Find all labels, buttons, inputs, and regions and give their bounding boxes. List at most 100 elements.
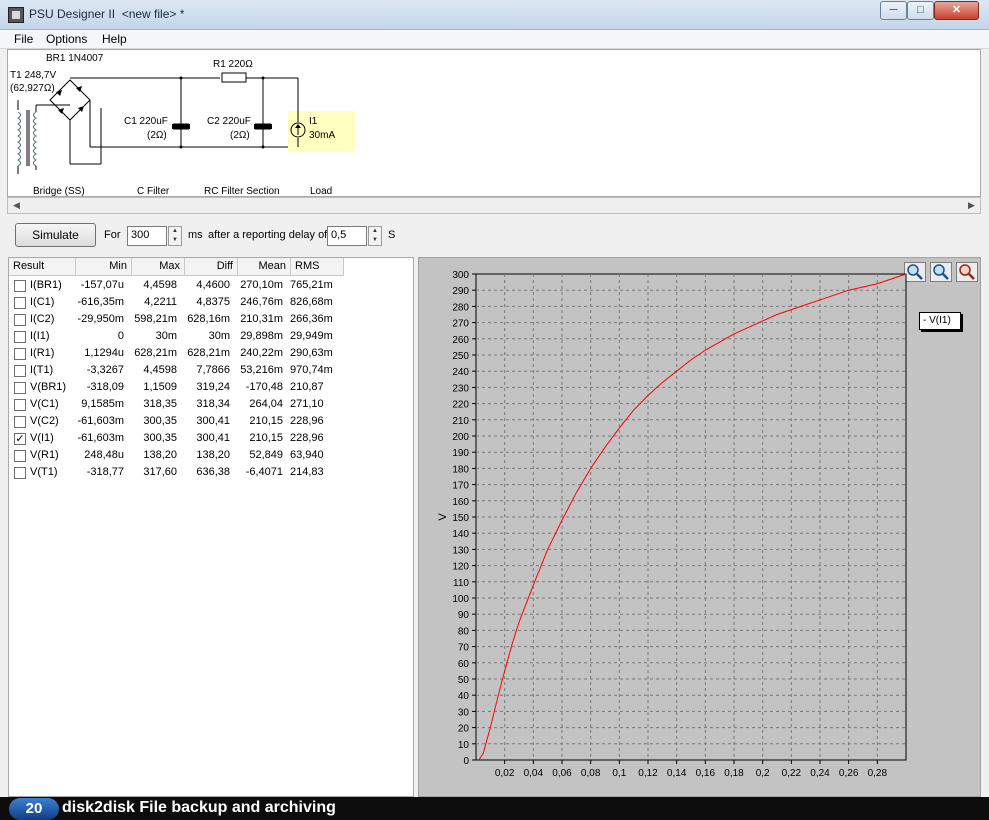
cell-rms: 214,83 — [290, 466, 324, 478]
row-name: V(BR1) — [30, 381, 67, 393]
cell-diff: 300,41 — [196, 432, 230, 444]
delay-input[interactable]: 0,5 — [327, 226, 367, 246]
cell-rms: 970,74m — [290, 364, 333, 376]
table-row[interactable]: V(C2) -61,603m 300,35 300,41 210,15 228,96 — [9, 414, 409, 431]
table-row[interactable]: I(R1) 1,1294u 628,21m 628,21m 240,22m 290,63m — [9, 346, 409, 363]
row-checkbox[interactable]: ✓ — [14, 433, 26, 445]
table-row[interactable]: V(BR1) -318,09 1,1509 319,24 -170,48 210,87 — [9, 380, 409, 397]
schematic-canvas[interactable]: BR1 1N4007 T1 248,7V (62,927Ω) R1 220Ω C… — [7, 49, 981, 197]
row-checkbox[interactable] — [14, 365, 26, 377]
y-tick-label: 40 — [458, 691, 470, 702]
section-c-filter: C Filter — [137, 186, 170, 197]
row-checkbox[interactable] — [14, 331, 26, 343]
menu-file[interactable]: File — [14, 32, 33, 46]
transformer-label: T1 248,7V — [10, 70, 57, 81]
voltage-chart[interactable]: 0 10 20 30 40 50 60 70 80 90 100 110 120 130 140 150 160… — [419, 258, 980, 796]
y-tick-label: 230 — [452, 383, 469, 394]
banner-text[interactable]: disk2disk File backup and archiving — [62, 799, 336, 817]
legend-entry: V(I1) — [929, 315, 951, 326]
results-list[interactable]: Result Min Max Diff Mean RMS I(BR1) -157,… — [8, 257, 414, 797]
close-button[interactable]: ✕ — [934, 1, 979, 20]
cell-min: -157,07u — [80, 279, 124, 291]
ad-banner[interactable]: 20 disk2disk File backup and archiving — [0, 797, 989, 820]
y-tick-label: 90 — [458, 610, 470, 621]
col-diff[interactable]: Diff — [185, 258, 238, 276]
minimize-button[interactable]: ─ — [880, 1, 907, 20]
col-mean[interactable]: Mean — [238, 258, 291, 276]
table-row[interactable]: I(I1) 0 30m 30m 29,898m 29,949m — [9, 329, 409, 346]
y-tick-label: 80 — [458, 626, 470, 637]
row-checkbox[interactable] — [14, 297, 26, 309]
scroll-left-icon[interactable]: ◀ — [8, 198, 25, 213]
table-row[interactable]: ✓ V(I1) -61,603m 300,35 300,41 210,15 228,96 — [9, 431, 409, 448]
table-row[interactable]: V(R1) 248,48u 138,20 138,20 52,849 63,940 — [9, 448, 409, 465]
table-row[interactable]: I(T1) -3,3267 4,4598 7,7866 53,216m 970,74m — [9, 363, 409, 380]
cell-mean: 210,31m — [240, 313, 283, 325]
load-value: 30mA — [309, 130, 336, 141]
y-tick-label: 170 — [452, 481, 469, 492]
section-load: Load — [310, 186, 333, 197]
row-checkbox[interactable] — [14, 450, 26, 462]
table-row[interactable]: I(C1) -616,35m 4,2211 4,8375 246,76m 826,68m — [9, 295, 409, 312]
cell-max: 628,21m — [134, 347, 177, 359]
cell-min: 9,1585m — [81, 398, 124, 410]
cell-max: 4,4598 — [143, 364, 177, 376]
cell-min: -61,603m — [77, 432, 124, 444]
banner-badge: 20 — [9, 798, 59, 820]
row-checkbox[interactable] — [14, 416, 26, 428]
simulate-button[interactable]: Simulate — [15, 223, 96, 247]
table-row[interactable]: V(T1) -318,77 317,60 636,38 -6,4071 214,83 — [9, 465, 409, 482]
duration-spinner[interactable]: ▲ ▼ — [168, 226, 182, 246]
cell-diff: 4,8375 — [196, 296, 230, 308]
row-checkbox[interactable] — [14, 314, 26, 326]
row-checkbox[interactable] — [14, 348, 26, 360]
duration-input[interactable]: 300 — [127, 226, 167, 246]
row-checkbox[interactable] — [14, 280, 26, 292]
col-result[interactable]: Result — [9, 258, 76, 276]
row-checkbox[interactable] — [14, 467, 26, 479]
x-tick-label: 0,06 — [552, 768, 572, 779]
cell-max: 1,1509 — [143, 381, 177, 393]
x-tick-label: 0,2 — [756, 768, 770, 779]
y-tick-label: 60 — [458, 659, 470, 670]
table-row[interactable]: I(BR1) -157,07u 4,4598 4,4600 270,10m 765,21m — [9, 278, 409, 295]
spin-down-icon[interactable]: ▼ — [369, 236, 381, 245]
spin-up-icon[interactable]: ▲ — [169, 227, 181, 236]
y-tick-label: 30 — [458, 707, 470, 718]
plot-area — [475, 273, 907, 761]
row-checkbox[interactable] — [14, 382, 26, 394]
maximize-button[interactable]: □ — [907, 1, 934, 20]
row-name: I(T1) — [30, 364, 54, 376]
col-min[interactable]: Min — [76, 258, 132, 276]
cell-rms: 765,21m — [290, 279, 333, 291]
bridge-label: BR1 1N4007 — [46, 53, 104, 64]
delay-spinner[interactable]: ▲ ▼ — [368, 226, 382, 246]
col-max[interactable]: Max — [132, 258, 185, 276]
spin-down-icon[interactable]: ▼ — [169, 236, 181, 245]
cell-min: -3,3267 — [86, 364, 124, 376]
cell-rms: 210,87 — [290, 381, 324, 393]
cell-mean: -170,48 — [245, 381, 283, 393]
col-rms[interactable]: RMS — [291, 258, 344, 276]
spin-up-icon[interactable]: ▲ — [369, 227, 381, 236]
x-tick-label: 0,18 — [724, 768, 744, 779]
cell-diff: 318,34 — [196, 398, 230, 410]
row-name: V(R1) — [30, 449, 59, 461]
y-tick-label: 180 — [452, 464, 469, 475]
window-title: PSU Designer II <new file> * — [29, 7, 185, 21]
row-checkbox[interactable] — [14, 399, 26, 411]
x-tick-label: 0,26 — [839, 768, 859, 779]
table-row[interactable]: V(C1) 9,1585m 318,35 318,34 264,04 271,10 — [9, 397, 409, 414]
cell-max: 317,60 — [143, 466, 177, 478]
cell-diff: 30m — [208, 330, 230, 342]
y-tick-label: 100 — [452, 594, 469, 605]
x-tick-label: 0,08 — [581, 768, 601, 779]
menu-options[interactable]: Options — [46, 32, 87, 46]
scroll-right-icon[interactable]: ▶ — [963, 198, 980, 213]
cell-mean: 210,15 — [249, 432, 283, 444]
y-tick-label: 130 — [452, 545, 469, 556]
table-row[interactable]: I(C2) -29,950m 598,21m 628,16m 210,31m 266,36… — [9, 312, 409, 329]
menu-help[interactable]: Help — [102, 32, 127, 46]
row-name: I(I1) — [30, 330, 50, 342]
schematic-scrollbar[interactable]: ◀ ▶ — [7, 197, 981, 214]
